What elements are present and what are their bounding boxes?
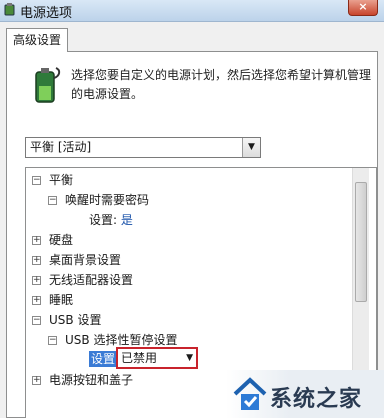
power-plan-value: 平衡 [活动] <box>30 140 92 154</box>
title-bar: 电源选项 × <box>0 0 384 22</box>
expand-icon[interactable]: + <box>32 236 41 245</box>
tree-item-label: 电源按钮和盖子 <box>49 373 134 387</box>
tree-item-hard-disk[interactable]: + 硬盘 <box>32 230 73 250</box>
collapse-icon[interactable]: − <box>32 316 41 325</box>
power-plan-select[interactable]: 平衡 [活动] ▼ <box>25 137 261 158</box>
house-logo-icon <box>233 377 267 410</box>
tree-item-wireless-adapter[interactable]: + 无线适配器设置 <box>32 270 133 290</box>
usb-setting-value: 已禁用 <box>121 351 158 365</box>
tree-item-label: USB 设置 <box>49 313 102 327</box>
chevron-down-icon[interactable]: ▼ <box>242 138 260 157</box>
close-button[interactable]: × <box>348 0 378 16</box>
tree-item-label: 桌面背景设置 <box>49 253 122 267</box>
watermark: 系统之家 <box>226 370 384 418</box>
tree-item-label: 无线适配器设置 <box>49 273 134 287</box>
tree-item-desktop-background[interactable]: + 桌面背景设置 <box>32 250 121 270</box>
tree-item-label: 睡眠 <box>49 293 74 307</box>
collapse-icon[interactable]: − <box>32 176 41 185</box>
tree-item-label: 硬盘 <box>49 233 74 247</box>
tree-item-balance[interactable]: − 平衡 <box>32 170 73 190</box>
watermark-text: 系统之家 <box>270 387 363 412</box>
collapse-icon[interactable]: − <box>48 336 57 345</box>
tree-item-sleep[interactable]: + 睡眠 <box>32 290 73 310</box>
tree-item-label: 唤醒时需要密码 <box>65 193 150 207</box>
tree-item-usb[interactable]: − USB 设置 <box>32 310 101 330</box>
expand-icon[interactable]: + <box>32 256 41 265</box>
description-text: 选择您要自定义的电源计划，然后选择您希望计算机管理的电源设置。 <box>71 68 372 101</box>
expand-icon[interactable]: + <box>32 376 41 385</box>
expand-icon[interactable]: + <box>32 296 41 305</box>
tree-item-power-buttons[interactable]: + 电源按钮和盖子 <box>32 370 133 390</box>
tree-item-wake-setting[interactable]: 设置: 是 <box>89 210 133 230</box>
expand-icon[interactable]: + <box>32 276 41 285</box>
tree-item-label: USB 选择性暂停设置 <box>65 333 178 347</box>
tab-advanced-settings[interactable]: 高级设置 <box>6 28 68 52</box>
setting-value-link[interactable]: 是 <box>121 213 133 227</box>
tree-item-wake-password[interactable]: − 唤醒时需要密码 <box>48 190 149 210</box>
collapse-icon[interactable]: − <box>48 196 57 205</box>
usb-setting-select[interactable]: 已禁用 ▼ <box>116 347 198 369</box>
battery-plug-icon <box>35 67 61 103</box>
power-options-icon <box>4 3 15 16</box>
tree-item-label: 平衡 <box>49 173 74 187</box>
setting-label: 设置: <box>89 213 118 227</box>
scrollbar-thumb[interactable] <box>355 182 367 302</box>
chevron-down-icon[interactable]: ▼ <box>186 349 193 367</box>
window-title: 电源选项 <box>20 6 73 21</box>
